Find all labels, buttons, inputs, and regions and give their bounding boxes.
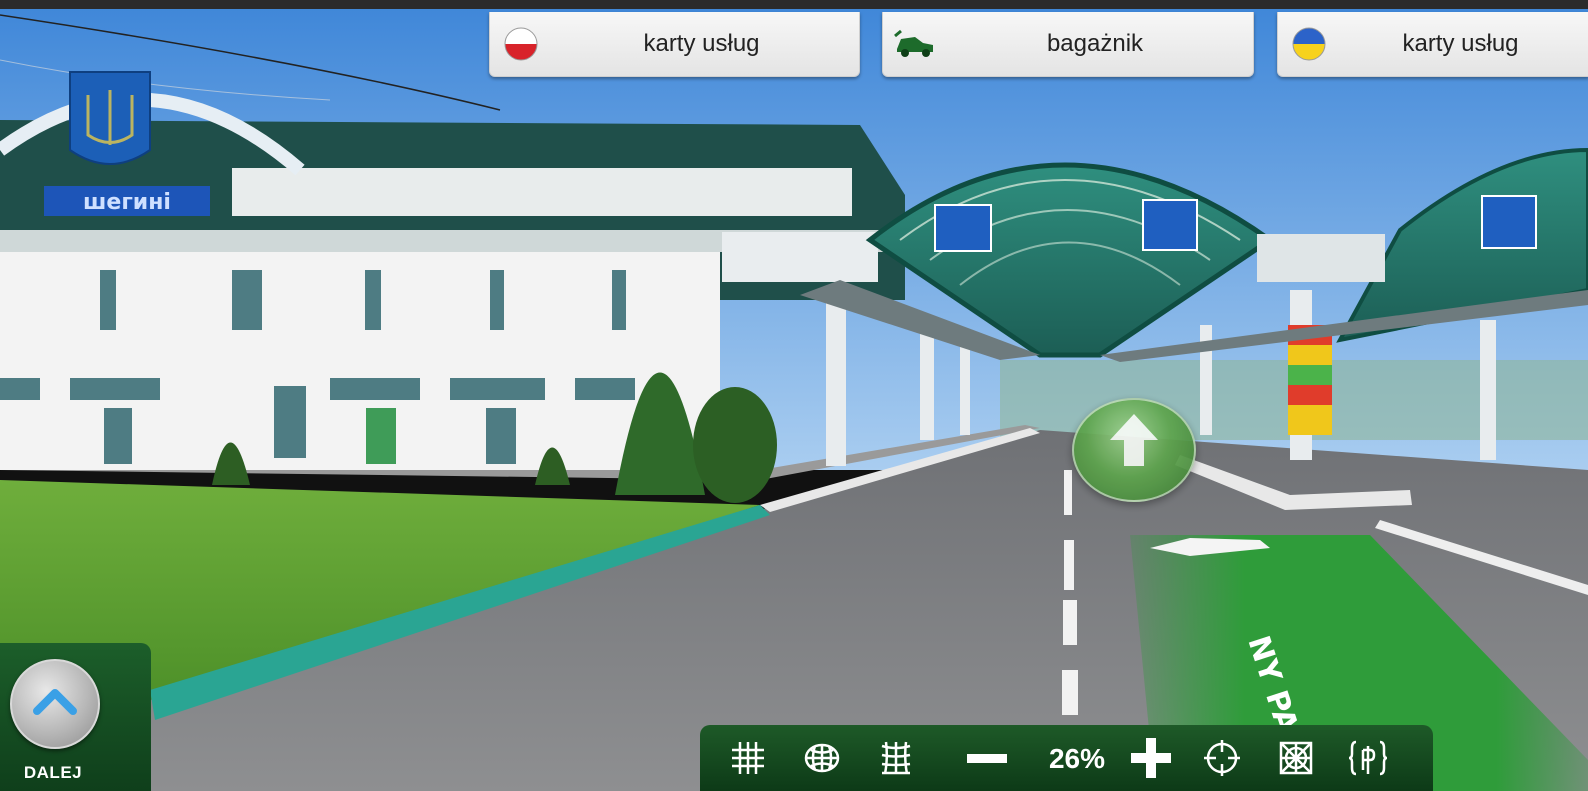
forward-arrow-icon [1110, 414, 1158, 466]
tab-label: karty usług [643, 30, 760, 57]
next-label: DALEJ [23, 763, 83, 782]
tab-label: karty usług [1402, 30, 1519, 57]
vehicle-icon [894, 29, 933, 57]
grid-icon [732, 742, 764, 774]
zoom-out-button[interactable] [962, 738, 1012, 778]
sphere-icon [804, 743, 840, 773]
ukraine-flag-icon [1292, 27, 1326, 61]
chevron-up-icon [33, 689, 77, 715]
target-icon [1204, 740, 1240, 776]
zoom-in-icon [1131, 738, 1171, 778]
fisheye-view-button[interactable] [1276, 738, 1316, 778]
forward-nav-button[interactable] [1072, 398, 1196, 502]
fit-icon [1348, 740, 1388, 776]
panorama-view[interactable]: шегині NY PAS [0, 0, 1588, 791]
tab-poland-service-cards[interactable]: karty usług [489, 12, 860, 77]
poland-flag-icon [504, 27, 538, 61]
next-button[interactable] [10, 659, 100, 749]
zoom-level: 26% [1048, 743, 1106, 774]
zoom-out-icon [967, 754, 1007, 763]
fisheye-icon [1279, 741, 1313, 775]
tab-label: bagażnik [1046, 30, 1144, 57]
warp-grid-icon [881, 741, 911, 775]
next-panel: DALEJ [0, 643, 151, 791]
tab-trunk[interactable]: bagażnik [882, 12, 1254, 77]
center-view-button[interactable] [1202, 738, 1242, 778]
panorama-scene: шегині NY PAS [0, 0, 1588, 791]
fit-view-button[interactable] [1348, 738, 1388, 778]
warp-view-button[interactable] [876, 738, 916, 778]
tab-ukraine-service-cards[interactable]: karty usług [1277, 12, 1588, 77]
grid-view-button[interactable] [728, 738, 768, 778]
viewer-toolbar: 26% [700, 725, 1433, 791]
building-sign: шегині [83, 190, 171, 215]
top-strip [0, 0, 1588, 9]
sphere-view-button[interactable] [802, 738, 842, 778]
zoom-in-button[interactable] [1128, 738, 1174, 778]
